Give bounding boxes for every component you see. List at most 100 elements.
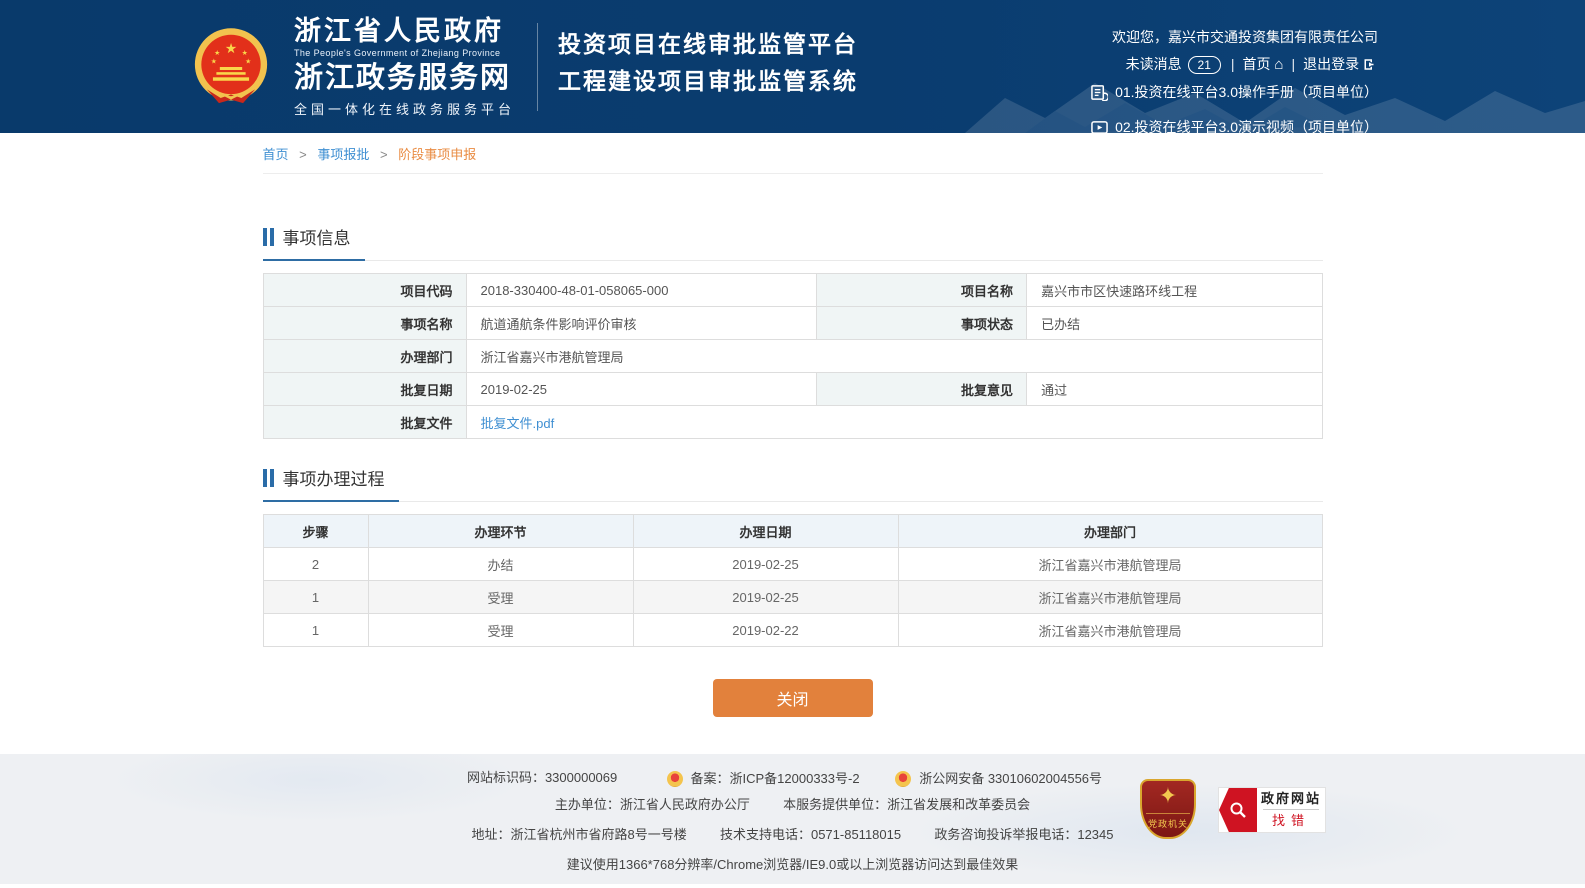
unread-messages-link[interactable]: 未读消息 21: [1126, 56, 1223, 72]
video-icon: [1091, 119, 1108, 134]
process-cell: 2: [263, 548, 368, 581]
find-error-badge[interactable]: 政府网站 找错: [1218, 787, 1326, 833]
system-title-2: 工程建设项目审批监管系统: [558, 63, 858, 100]
video-link[interactable]: 02.投资在线平台3.0演示视频（项目单位）: [1091, 114, 1378, 133]
section-bars-icon: [263, 228, 274, 246]
table-row: 2 办结 2019-02-25 浙江省嘉兴市港航管理局: [263, 548, 1322, 581]
process-cell: 2019-02-22: [633, 614, 898, 647]
process-cell: 受理: [368, 614, 633, 647]
footer-org-line: 主办单位：浙江省人民政府办公厅 本服务提供单位：浙江省发展和改革委员会: [0, 790, 1585, 820]
process-col-dept: 办理部门: [898, 515, 1322, 548]
footer-records-line: 网站标识码：3300000069 备案：浙ICP备12000333号-2 浙公网…: [0, 754, 1585, 790]
complaint-phone: 政务咨询投诉举报电话：12345: [934, 827, 1113, 842]
table-row: 事项名称 航道通航条件影响评价审核 事项状态 已办结: [263, 307, 1322, 340]
breadcrumb-current: 阶段事项申报: [398, 147, 476, 162]
process-cell: 浙江省嘉兴市港航管理局: [898, 581, 1322, 614]
home-icon: ⌂: [1274, 56, 1283, 73]
process-cell: 浙江省嘉兴市港航管理局: [898, 548, 1322, 581]
gov-name-en: The People's Government of Zhejiang Prov…: [294, 48, 515, 58]
process-table: 步骤 办理环节 办理日期 办理部门 2 办结 2019-02-25 浙江省嘉兴市…: [263, 514, 1323, 647]
info-label-dept: 办理部门: [263, 340, 466, 373]
portal-name: 浙江政务服务网: [294, 62, 515, 94]
footer-browser-tip: 建议使用1366*768分辨率/Chrome浏览器/IE9.0或以上浏览器访问达…: [0, 850, 1585, 880]
system-titles: 投资项目在线审批监管平台 工程建设项目审批监管系统: [558, 26, 858, 108]
home-link[interactable]: 首页 ⌂: [1243, 56, 1284, 72]
info-value-project-name: 嘉兴市市区快速路环线工程: [1027, 274, 1322, 307]
document-icon: [1091, 84, 1108, 101]
table-row: 批复文件 批复文件.pdf: [263, 406, 1322, 439]
process-cell: 1: [263, 581, 368, 614]
info-label-item-status: 事项状态: [817, 307, 1027, 340]
section-bars-icon: [263, 469, 274, 487]
breadcrumb-home[interactable]: 首页: [263, 147, 289, 162]
site-logo-text: 浙江省人民政府 The People's Government of Zheji…: [294, 16, 515, 118]
svg-text:★: ★: [225, 41, 237, 56]
svg-text:★: ★: [245, 58, 251, 65]
info-label-approval-opinion: 批复意见: [817, 373, 1027, 406]
magnifier-icon: [1228, 800, 1248, 820]
process-col-step: 步骤: [263, 515, 368, 548]
process-col-date: 办理日期: [633, 515, 898, 548]
unread-count-badge[interactable]: 21: [1188, 56, 1221, 74]
address: 地址：浙江省杭州市省府路8号一号楼: [471, 827, 686, 842]
process-section: 事项办理过程 步骤 办理环节 办理日期 办理部门 2 办结 2019-02-25…: [263, 465, 1323, 647]
national-emblem-logo: ★ ★ ★ ★ ★: [188, 24, 274, 110]
logout-link[interactable]: 退出登录: [1303, 56, 1378, 72]
process-cell: 浙江省嘉兴市港航管理局: [898, 614, 1322, 647]
welcome-text: 欢迎您，嘉兴市交通投资集团有限责任公司: [1091, 24, 1378, 50]
manual-link[interactable]: 01.投资在线平台3.0操作手册（项目单位）: [1091, 79, 1378, 105]
info-value-approval-file: 批复文件.pdf: [466, 406, 1322, 439]
breadcrumb: 首页 > 事项报批 > 阶段事项申报: [263, 133, 1323, 174]
logout-icon: [1363, 58, 1378, 71]
process-cell: 办结: [368, 548, 633, 581]
info-label-approval-file: 批复文件: [263, 406, 466, 439]
footer-contact-line: 地址：浙江省杭州市省府路8号一号楼 技术支持电话：0571-85118015 政…: [0, 820, 1585, 850]
find-error-flag: [1219, 788, 1257, 832]
tech-phone: 技术支持电话：0571-85118015: [720, 827, 901, 842]
info-value-item-name: 航道通航条件影响评价审核: [466, 307, 817, 340]
svg-text:★: ★: [214, 49, 220, 56]
police-badge-icon: [895, 771, 911, 787]
process-cell: 2019-02-25: [633, 581, 898, 614]
info-label-approval-date: 批复日期: [263, 373, 466, 406]
table-row: 1 受理 2019-02-22 浙江省嘉兴市港航管理局: [263, 614, 1322, 647]
process-section-title: 事项办理过程: [263, 465, 399, 502]
info-section: 事项信息 项目代码 2018-330400-48-01-058065-000 项…: [263, 224, 1323, 439]
info-table: 项目代码 2018-330400-48-01-058065-000 项目名称 嘉…: [263, 273, 1323, 439]
party-emblem-icon: ✦: [1142, 781, 1194, 811]
process-cell: 1: [263, 614, 368, 647]
process-col-stage: 办理环节: [368, 515, 633, 548]
header-divider: [537, 23, 538, 111]
close-button[interactable]: 关闭: [713, 679, 873, 717]
info-value-approval-opinion: 通过: [1027, 373, 1322, 406]
service-provider: 本服务提供单位：浙江省发展和改革委员会: [783, 797, 1030, 812]
info-label-project-code: 项目代码: [263, 274, 466, 307]
police-badge-icon: [667, 771, 683, 787]
table-row: 1 受理 2019-02-25 浙江省嘉兴市港航管理局: [263, 581, 1322, 614]
page-footer: 网站标识码：3300000069 备案：浙ICP备12000333号-2 浙公网…: [0, 754, 1585, 884]
info-section-title: 事项信息: [263, 224, 365, 261]
info-label-item-name: 事项名称: [263, 307, 466, 340]
main-content: 事项信息 项目代码 2018-330400-48-01-058065-000 项…: [263, 224, 1323, 717]
portal-subtitle: 全国一体化在线政务服务平台: [294, 99, 515, 118]
header-user-area: 欢迎您，嘉兴市交通投资集团有限责任公司 未读消息 21|首页 ⌂|退出登录 01…: [1091, 24, 1378, 133]
table-header-row: 步骤 办理环节 办理日期 办理部门: [263, 515, 1322, 548]
breadcrumb-bar: 首页 > 事项报批 > 阶段事项申报: [0, 133, 1585, 174]
info-value-project-code: 2018-330400-48-01-058065-000: [466, 274, 817, 307]
table-row: 批复日期 2019-02-25 批复意见 通过: [263, 373, 1322, 406]
system-title-1: 投资项目在线审批监管平台: [558, 26, 858, 63]
gov-name: 浙江省人民政府: [294, 16, 515, 46]
table-row: 办理部门 浙江省嘉兴市港航管理局: [263, 340, 1322, 373]
process-cell: 受理: [368, 581, 633, 614]
site-id: 网站标识码：3300000069: [467, 770, 617, 785]
organizer: 主办单位：浙江省人民政府办公厅: [555, 797, 750, 812]
process-cell: 2019-02-25: [633, 548, 898, 581]
page-header: ★ ★ ★ ★ ★ 浙江省人民政府 The People's Governmen…: [0, 0, 1585, 133]
svg-text:★: ★: [242, 49, 248, 56]
table-row: 项目代码 2018-330400-48-01-058065-000 项目名称 嘉…: [263, 274, 1322, 307]
breadcrumb-item-report[interactable]: 事项报批: [317, 147, 369, 162]
info-label-project-name: 项目名称: [817, 274, 1027, 307]
info-value-item-status: 已办结: [1027, 307, 1322, 340]
info-value-dept: 浙江省嘉兴市港航管理局: [466, 340, 1322, 373]
approval-file-link[interactable]: 批复文件.pdf: [481, 416, 555, 431]
